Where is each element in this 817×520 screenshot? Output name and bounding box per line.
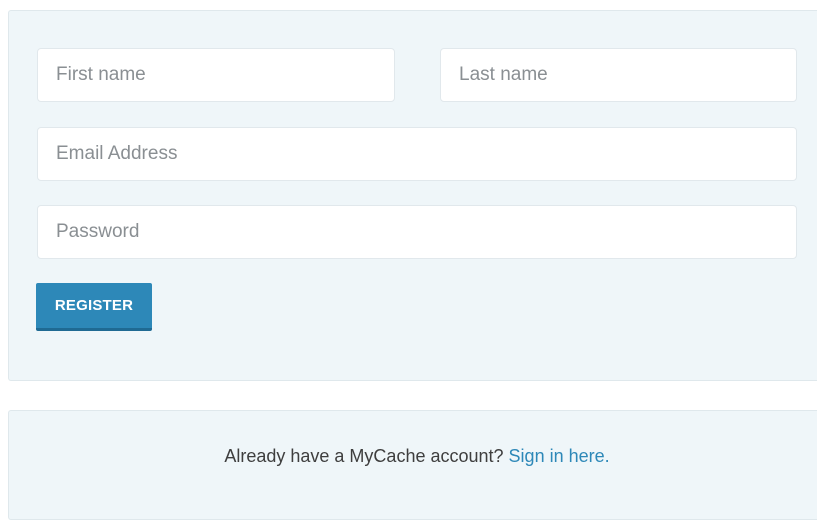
email-field[interactable] [37, 127, 797, 181]
signin-prompt-text: Already have a MyCache account? [224, 446, 504, 466]
password-field[interactable] [37, 205, 797, 259]
signin-prompt-line: Already have a MyCache account? Sign in … [0, 446, 817, 467]
register-button[interactable]: REGISTER [36, 283, 152, 331]
last-name-field[interactable] [440, 48, 797, 102]
signin-link[interactable]: Sign in here. [509, 446, 610, 466]
first-name-field[interactable] [37, 48, 395, 102]
